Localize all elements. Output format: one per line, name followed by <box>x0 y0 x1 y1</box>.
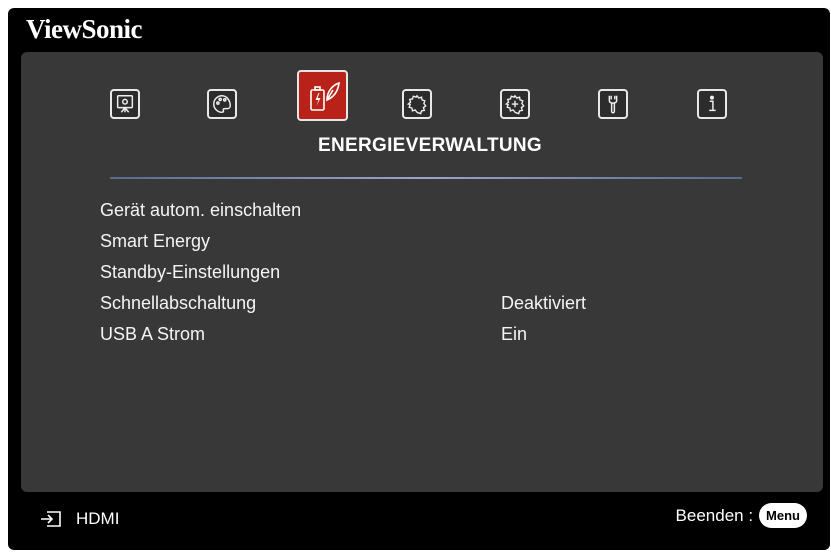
tab-information[interactable] <box>697 89 727 119</box>
menu-item-label: Smart Energy <box>100 231 211 251</box>
advanced-gear-icon <box>504 94 525 115</box>
input-source: HDMI <box>40 509 119 529</box>
tab-system[interactable] <box>598 89 628 119</box>
tab-advanced-settings[interactable] <box>500 89 530 119</box>
display-icon <box>116 95 134 113</box>
section-title: ENERGIEVERWALTUNG <box>318 135 542 156</box>
menu-item-usb-a-power[interactable]: USB A Strom Ein <box>100 320 800 351</box>
info-icon <box>709 95 716 112</box>
exit-label: Beenden : <box>675 505 754 525</box>
divider <box>110 177 742 179</box>
menu-button[interactable]: Menu <box>759 503 807 528</box>
menu-item-auto-power-on[interactable]: Gerät autom. einschalten <box>100 196 800 227</box>
menu-item-quick-power-off[interactable]: Schnellabschaltung Deaktiviert <box>100 289 800 320</box>
tab-basic-settings[interactable] <box>402 89 432 119</box>
tab-power-management[interactable] <box>297 70 348 121</box>
tab-display[interactable] <box>110 89 140 119</box>
menu-item-label: Gerät autom. einschalten <box>100 200 302 220</box>
menu-item-label: Schnellabschaltung <box>100 293 257 313</box>
tab-picture[interactable] <box>207 89 237 119</box>
input-source-label: HDMI <box>76 509 120 528</box>
menu-item-label: USB A Strom <box>100 324 206 344</box>
menu-item-label: Standby-Einstellungen <box>100 262 281 282</box>
palette-icon <box>213 95 231 113</box>
exit-hint: Beenden : Menu <box>676 503 807 528</box>
brand-logo: ViewSonic <box>26 14 143 44</box>
power-eco-icon <box>309 81 340 111</box>
input-source-icon <box>41 511 61 527</box>
menu-item-value: Ein <box>501 324 528 344</box>
gear-icon <box>406 94 427 115</box>
menu-item-standby-settings[interactable]: Standby-Einstellungen <box>100 258 800 289</box>
wrench-icon <box>608 95 618 114</box>
menu-item-value: Deaktiviert <box>501 293 587 313</box>
settings-list: Gerät autom. einschalten Smart Energy St… <box>100 196 800 351</box>
menu-item-smart-energy[interactable]: Smart Energy <box>100 227 800 258</box>
